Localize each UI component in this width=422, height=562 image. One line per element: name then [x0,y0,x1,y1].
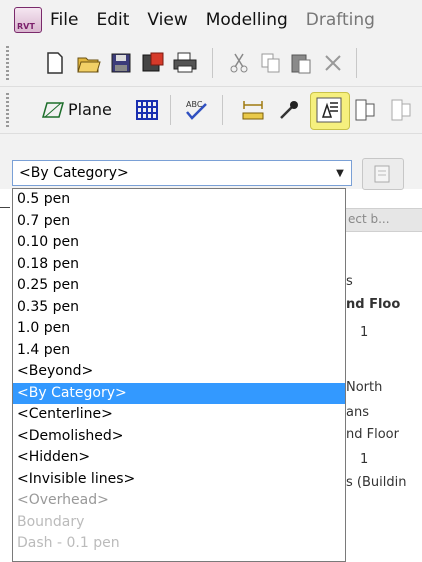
window-icon[interactable] [388,97,414,123]
cut-icon[interactable] [226,50,252,76]
list-item[interactable]: 0.35 pen [13,297,345,319]
list-item[interactable]: <Hidden> [13,447,345,469]
toolbar-separator [170,95,171,125]
new-icon[interactable] [42,50,68,76]
menu-file[interactable]: File [50,10,78,30]
grid-icon[interactable] [134,97,160,123]
toolbar-separator [212,48,213,78]
menu-edit[interactable]: Edit [96,10,129,30]
divider [0,207,10,208]
save-special-icon[interactable] [140,50,166,76]
chevron-down-icon[interactable]: ▼ [331,163,349,183]
list-item[interactable]: <Overhead> [13,490,345,512]
plane-label[interactable]: Plane [68,100,112,119]
measure-icon[interactable] [240,97,266,123]
list-item[interactable]: 1.0 pen [13,318,345,340]
app-rvt-icon[interactable]: RVT [14,7,42,33]
toolbar-grip[interactable] [6,93,9,127]
toolbar-separator [222,95,223,125]
list-item[interactable]: 0.10 pen [13,232,345,254]
panel-line: North [346,380,383,395]
tools-toolbar: Plane ABC [0,87,422,134]
project-browser-panel [340,190,422,562]
toolbar-grip[interactable] [6,46,9,80]
door-icon[interactable] [352,97,378,123]
standard-toolbar [0,40,422,87]
panel-header: ect b... [340,208,422,232]
menu-drafting[interactable]: Drafting [306,10,375,30]
plane-icon[interactable] [40,97,66,123]
list-item[interactable]: <Demolished> [13,426,345,448]
menu-modelling[interactable]: Modelling [206,10,288,30]
panel-line: nd Floor [346,427,399,442]
list-item[interactable]: 1.4 pen [13,340,345,362]
panel-line: s (Buildin [346,475,407,490]
panel-line: ans [346,405,369,420]
open-icon[interactable] [76,50,102,76]
line-style-combo[interactable]: <By Category> ▼ [12,160,352,186]
menu-bar: RVT File Edit View Modelling Drafting [0,0,422,41]
list-item[interactable]: <Invisible lines> [13,469,345,491]
line-style-dropdown-list[interactable]: 0.5 pen 0.7 pen 0.10 pen 0.18 pen 0.25 p… [12,188,346,562]
print-icon[interactable] [172,50,198,76]
panel-line: nd Floo [346,297,401,312]
properties-icon [374,165,390,183]
list-item[interactable]: 0.25 pen [13,275,345,297]
panel-header-label: ect b... [348,212,390,226]
panel-line: 1 [360,452,369,467]
linework-icon[interactable] [316,97,342,123]
eyedropper-icon[interactable] [276,97,302,123]
panel-line: s [346,274,353,289]
copy-icon[interactable] [258,50,284,76]
list-item[interactable]: Dash - 0.1 pen [13,533,345,555]
paste-icon[interactable] [288,50,314,76]
properties-button[interactable] [362,158,404,190]
toolbar-separator [356,48,357,78]
panel-line: 1 [360,325,369,340]
list-item[interactable]: <Beyond> [13,361,345,383]
svg-text:ABC: ABC [186,100,203,109]
list-item[interactable]: Boundary [13,512,345,534]
list-item-selected[interactable]: <By Category> [13,382,345,404]
delete-icon[interactable] [320,50,346,76]
menu-view[interactable]: View [147,10,187,30]
list-item[interactable]: 0.7 pen [13,211,345,233]
list-item[interactable]: 0.5 pen [13,189,345,211]
spellcheck-icon[interactable]: ABC [184,97,210,123]
combo-value: <By Category> [19,165,129,181]
save-icon[interactable] [108,50,134,76]
list-item[interactable]: 0.18 pen [13,254,345,276]
list-item[interactable]: <Centerline> [13,404,345,426]
